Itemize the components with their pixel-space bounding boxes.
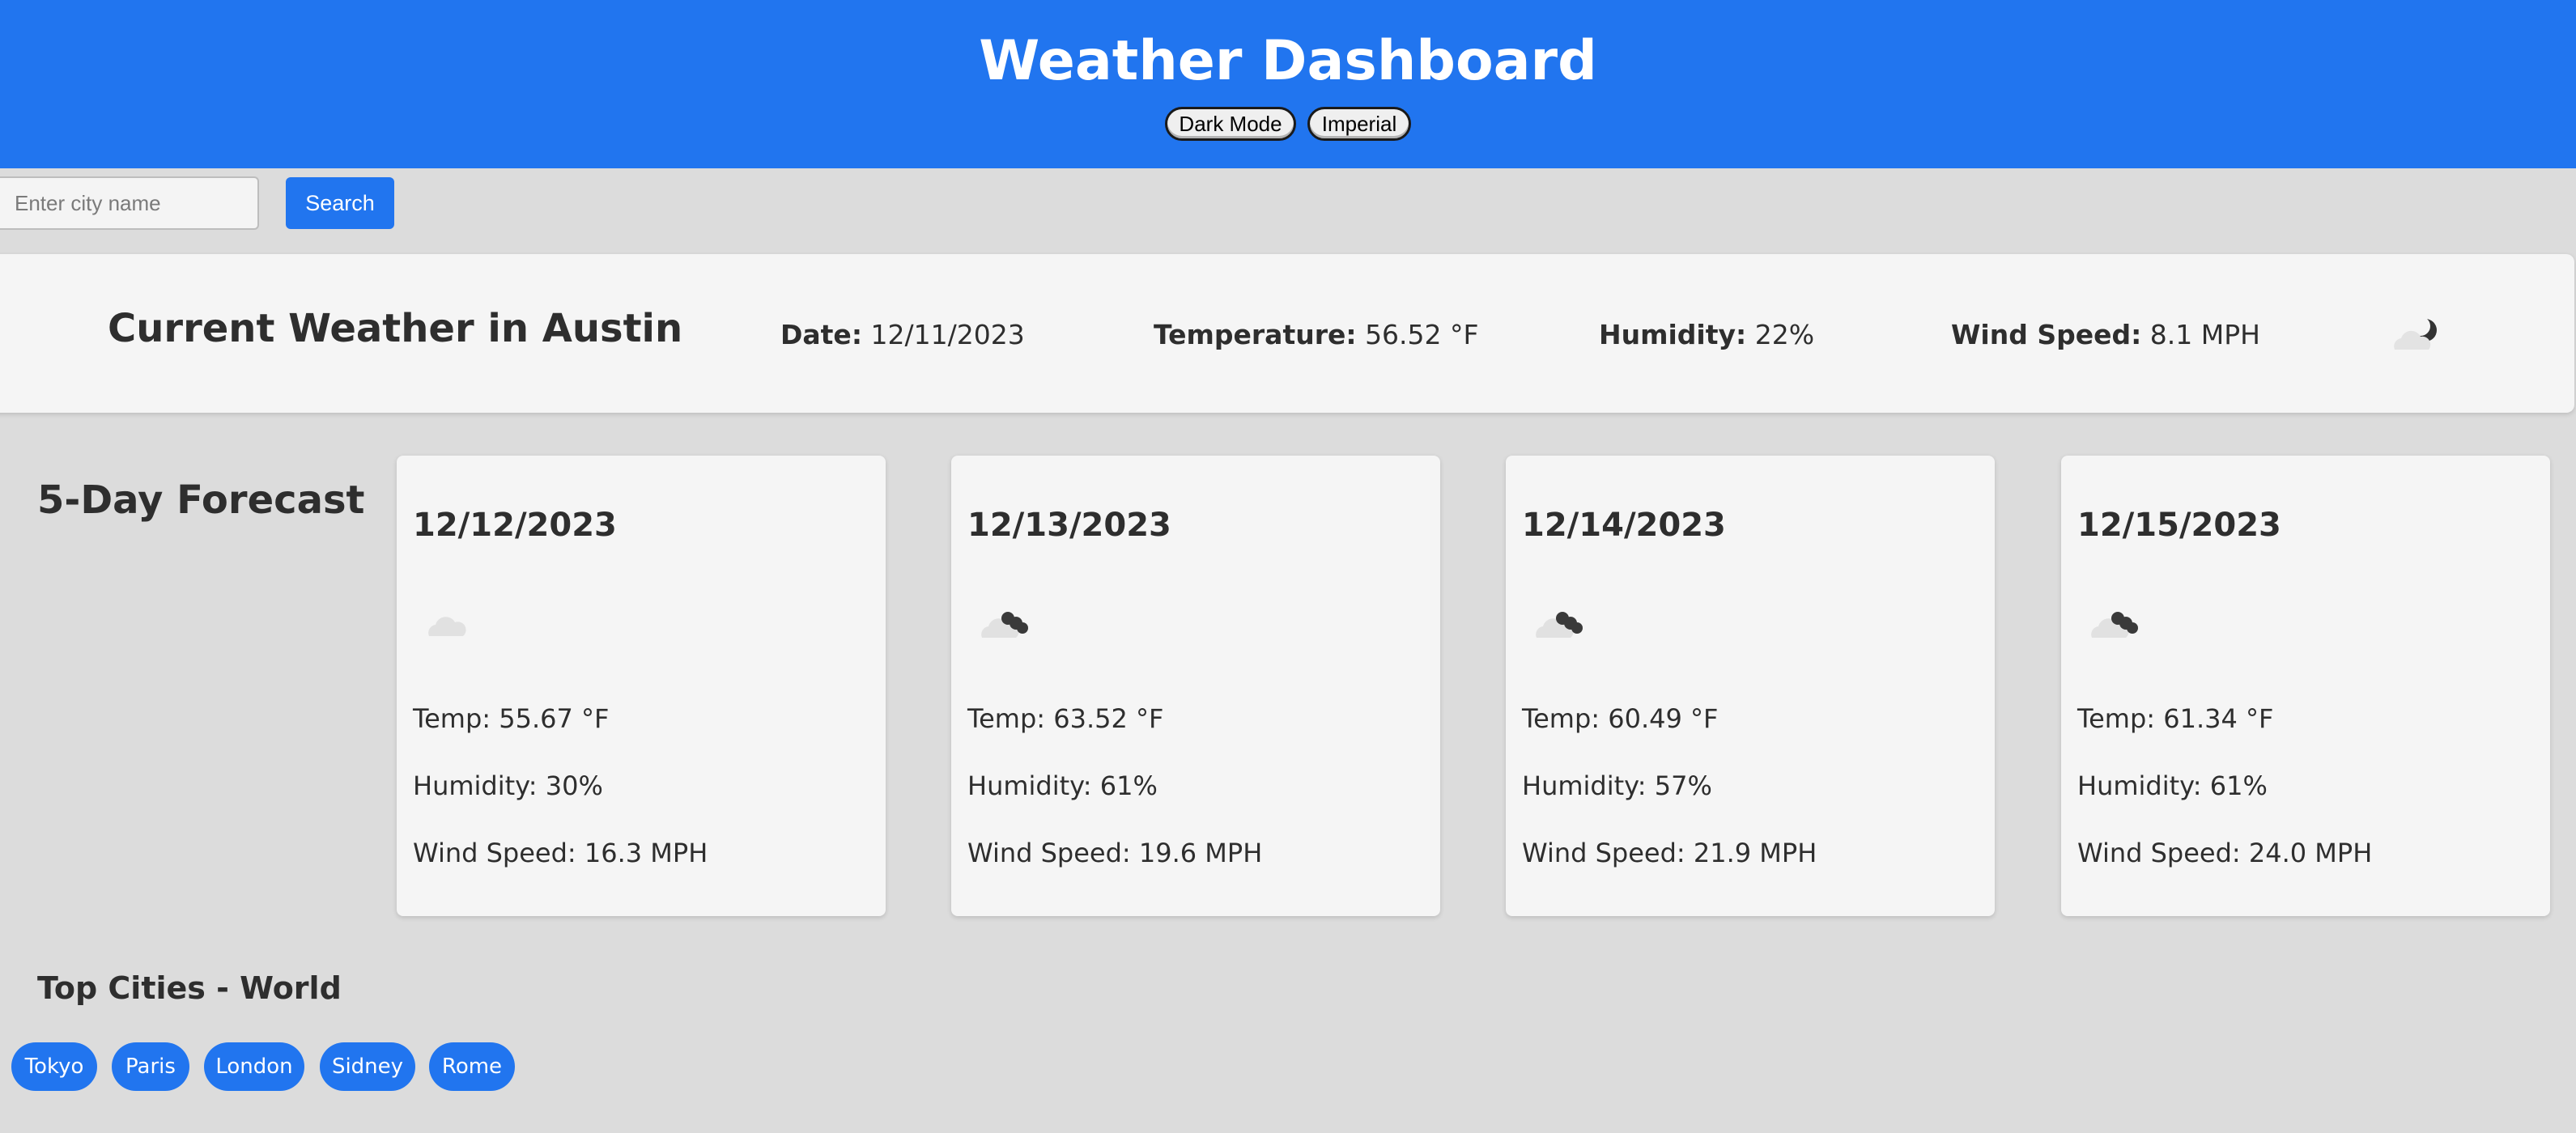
app-header: Weather Dashboard Dark Mode Imperial [0,0,2576,168]
current-date-value: 12/11/2023 [870,319,1025,350]
current-weather-title: Current Weather in Austin [108,306,683,351]
forecast-card: 12/15/2023 Temp: 61.34 °F Humidity: 61% … [2061,456,2550,916]
forecast-wind-speed: Wind Speed: 19.6 MPH [967,838,1263,868]
broken-clouds-icon [1536,612,1583,638]
forecast-humidity: Humidity: 61% [967,770,1158,801]
current-temperature: Temperature: 56.52 °F [1154,317,1479,353]
forecast-temperature: Temp: 61.34 °F [2077,703,2274,734]
forecast-humidity: Humidity: 57% [1522,770,1712,801]
broken-clouds-icon [2091,612,2138,638]
cloud-icon [428,617,466,636]
broken-clouds-icon [981,612,1028,638]
forecast-date: 12/12/2023 [413,507,617,544]
city-button-tokyo[interactable]: Tokyo [11,1042,97,1091]
current-temperature-value: 56.52 °F [1365,319,1479,350]
top-cities-title: Top Cities - World [37,970,342,1006]
search-button[interactable]: Search [286,177,394,229]
current-temperature-label: Temperature: [1154,319,1357,350]
forecast-date: 12/14/2023 [1522,507,1726,544]
forecast-date: 12/13/2023 [967,507,1171,544]
partly-cloudy-night-icon [2394,316,2437,350]
forecast-card: 12/13/2023 Temp: 63.52 °F Humidity: 61% … [951,456,1440,916]
city-button-sidney[interactable]: Sidney [320,1042,415,1091]
forecast-date: 12/15/2023 [2077,507,2281,544]
forecast-wind-speed: Wind Speed: 21.9 MPH [1522,838,1817,868]
units-toggle-button[interactable]: Imperial [1307,107,1411,141]
current-date: Date: 12/11/2023 [780,317,1025,353]
forecast-temperature: Temp: 63.52 °F [967,703,1164,734]
city-button-paris[interactable]: Paris [112,1042,189,1091]
forecast-humidity: Humidity: 30% [413,770,603,801]
city-button-rome[interactable]: Rome [429,1042,515,1091]
current-wind-speed: Wind Speed: 8.1 MPH [1951,317,2260,353]
app-title: Weather Dashboard [979,29,1597,93]
dark-mode-button[interactable]: Dark Mode [1165,107,1296,141]
forecast-wind-speed: Wind Speed: 24.0 MPH [2077,838,2373,868]
city-button-london[interactable]: London [204,1042,304,1091]
city-search-input[interactable] [0,176,259,230]
header-buttons: Dark Mode Imperial [0,107,2576,141]
current-humidity-label: Humidity: [1599,319,1747,350]
current-wind-value: 8.1 MPH [2149,319,2260,350]
forecast-temperature: Temp: 60.49 °F [1522,703,1719,734]
forecast-humidity: Humidity: 61% [2077,770,2268,801]
current-humidity-value: 22% [1754,319,1815,350]
forecast-wind-speed: Wind Speed: 16.3 MPH [413,838,708,868]
current-weather-card: Current Weather in Austin Date: 12/11/20… [0,254,2574,413]
current-humidity: Humidity: 22% [1599,317,1814,353]
current-date-label: Date: [780,319,863,350]
current-wind-label: Wind Speed: [1951,319,2142,350]
forecast-card: 12/14/2023 Temp: 60.49 °F Humidity: 57% … [1506,456,1995,916]
forecast-temperature: Temp: 55.67 °F [413,703,610,734]
forecast-card: 12/12/2023 Temp: 55.67 °F Humidity: 30% … [397,456,886,916]
forecast-title: 5-Day Forecast [37,477,365,523]
